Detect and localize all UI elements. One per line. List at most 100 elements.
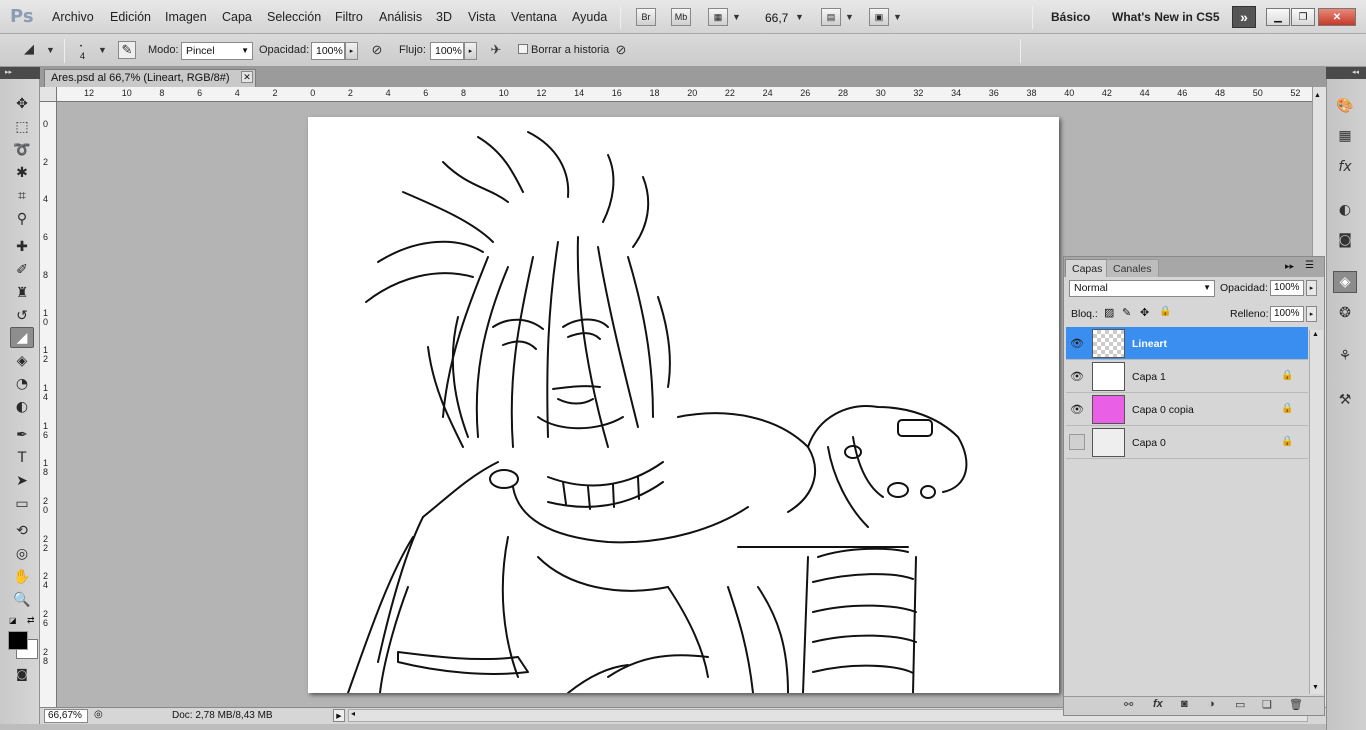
- menu-capa[interactable]: Capa: [222, 10, 252, 24]
- eyedropper-tool-icon[interactable]: ⚲: [10, 208, 34, 229]
- visibility-eye-icon[interactable]: 👁: [1069, 335, 1085, 351]
- healing-brush-tool-icon[interactable]: ✚: [10, 236, 34, 257]
- chevron-down-icon[interactable]: ▼: [98, 45, 107, 55]
- extras-button[interactable]: ▦: [708, 8, 728, 26]
- blend-mode-select[interactable]: Normal ▼: [1069, 280, 1215, 297]
- dodge-tool-icon[interactable]: ◐: [10, 396, 34, 417]
- arrange-documents-button[interactable]: ▤: [821, 8, 841, 26]
- 3d-orbit-tool-icon[interactable]: ◎: [10, 543, 34, 564]
- restore-button[interactable]: ❐: [1291, 8, 1315, 26]
- status-options-icon[interactable]: ◎: [94, 709, 103, 720]
- flow-field[interactable]: 100%: [430, 42, 464, 60]
- color-panel-icon[interactable]: 🎨: [1333, 95, 1357, 117]
- chevron-down-icon[interactable]: ▼: [893, 12, 902, 22]
- panel-menu-icon[interactable]: ☰: [1305, 260, 1314, 271]
- layers-dock-icon[interactable]: ◈: [1333, 271, 1357, 293]
- fill-field[interactable]: 100%: [1270, 306, 1304, 322]
- bridge-button[interactable]: Br: [636, 8, 656, 26]
- type-tool-icon[interactable]: T: [10, 447, 34, 468]
- dock-header[interactable]: ◂◂: [1326, 67, 1366, 79]
- hand-tool-icon[interactable]: ✋: [10, 566, 34, 587]
- layer-name[interactable]: Capa 0 copia: [1132, 404, 1194, 416]
- horizontal-ruler[interactable]: [57, 87, 1312, 102]
- erase-history-checkbox[interactable]: [518, 44, 528, 54]
- tools-panel-header[interactable]: ▸▸: [0, 67, 40, 79]
- tool-presets-panel-icon[interactable]: ⚒: [1333, 389, 1357, 411]
- close-icon[interactable]: ✕: [241, 71, 253, 83]
- visibility-toggle-hidden[interactable]: [1069, 434, 1085, 450]
- menu-ventana[interactable]: Ventana: [511, 10, 557, 24]
- mini-bridge-button[interactable]: Mb: [671, 8, 691, 26]
- status-menu-arrow[interactable]: ▶: [333, 709, 345, 722]
- fill-arrow[interactable]: ▸: [1306, 306, 1317, 322]
- eraser-tool-icon[interactable]: ◢: [10, 327, 34, 348]
- eraser-tool-preset-icon[interactable]: ◢: [20, 40, 38, 58]
- layer-thumbnail-magenta[interactable]: [1092, 395, 1125, 424]
- link-layers-icon[interactable]: ⚯: [1124, 698, 1133, 711]
- tablet-pressure-size-icon[interactable]: ⊘: [612, 41, 630, 59]
- layer-thumbnail-sketch[interactable]: [1092, 428, 1125, 457]
- paint-bucket-tool-icon[interactable]: ◈: [10, 350, 34, 371]
- minimize-button[interactable]: ▁: [1266, 8, 1290, 26]
- swap-colors-icon[interactable]: ⇄: [27, 615, 35, 626]
- menu-filtro[interactable]: Filtro: [335, 10, 363, 24]
- collapse-panel-icon[interactable]: ▸▸: [1285, 261, 1294, 272]
- scroll-down-icon[interactable]: ▼: [1312, 684, 1319, 691]
- scroll-up-icon[interactable]: ▲: [1312, 331, 1319, 338]
- styles-panel-icon[interactable]: fx: [1333, 156, 1357, 178]
- menu-vista[interactable]: Vista: [468, 10, 496, 24]
- visibility-eye-icon[interactable]: 👁: [1069, 401, 1085, 417]
- menu-3d[interactable]: 3D: [436, 10, 452, 24]
- pen-tool-icon[interactable]: ✒: [10, 424, 34, 445]
- brush-tool-icon[interactable]: ✐: [10, 259, 34, 280]
- menu-imagen[interactable]: Imagen: [165, 10, 207, 24]
- quick-selection-tool-icon[interactable]: ✱: [10, 162, 34, 183]
- path-selection-tool-icon[interactable]: ➤: [10, 470, 34, 491]
- blur-tool-icon[interactable]: ◔: [10, 373, 34, 394]
- history-brush-tool-icon[interactable]: ↺: [10, 305, 34, 326]
- clone-stamp-tool-icon[interactable]: ♜: [10, 282, 34, 303]
- channels-panel-icon[interactable]: ❂: [1333, 302, 1357, 324]
- menu-ayuda[interactable]: Ayuda: [572, 10, 607, 24]
- marquee-tool-icon[interactable]: ⬚: [10, 116, 34, 137]
- zoom-tool-icon[interactable]: 🔍: [10, 589, 34, 610]
- brush-size[interactable]: 4: [80, 51, 85, 61]
- foreground-color-swatch[interactable]: [8, 631, 28, 650]
- default-colors-icon[interactable]: ◪: [9, 616, 17, 625]
- tab-channels[interactable]: Canales: [1106, 259, 1159, 277]
- move-tool-icon[interactable]: ✥: [10, 93, 34, 114]
- adjustments-panel-icon[interactable]: ◐: [1333, 199, 1357, 221]
- chevron-down-icon[interactable]: ▼: [795, 12, 804, 22]
- shape-tool-icon[interactable]: ▭: [10, 493, 34, 514]
- lock-pixels-icon[interactable]: ✎: [1122, 306, 1131, 319]
- workspace-whats-new[interactable]: What's New in CS5: [1112, 10, 1220, 24]
- layer-name[interactable]: Capa 1: [1132, 371, 1166, 383]
- workspace-basic[interactable]: Básico: [1051, 10, 1090, 24]
- layer-name[interactable]: Capa 0: [1132, 437, 1166, 449]
- scroll-up-icon[interactable]: ▲: [1314, 92, 1321, 99]
- lock-all-icon[interactable]: 🔒: [1159, 306, 1171, 317]
- chevron-down-icon[interactable]: ▼: [46, 45, 55, 55]
- swatches-panel-icon[interactable]: ▦: [1333, 125, 1357, 147]
- menu-seleccion[interactable]: Selección: [267, 10, 321, 24]
- layer-style-icon[interactable]: fx: [1153, 698, 1163, 710]
- opacity-field[interactable]: 100%: [311, 42, 345, 60]
- airbrush-icon[interactable]: ✈: [487, 41, 505, 59]
- masks-panel-icon[interactable]: ◙: [1333, 229, 1357, 251]
- crop-tool-icon[interactable]: ⌗: [10, 185, 34, 206]
- screen-mode-button[interactable]: ▣: [869, 8, 889, 26]
- tab-layers[interactable]: Capas: [1065, 259, 1110, 277]
- zoom-field[interactable]: 66,67%: [44, 709, 88, 723]
- more-workspaces-button[interactable]: »: [1232, 6, 1256, 28]
- chevron-down-icon[interactable]: ▼: [732, 12, 741, 22]
- ruler-origin[interactable]: [40, 87, 57, 102]
- layer-opacity-field[interactable]: 100%: [1270, 280, 1304, 296]
- adjustment-layer-icon[interactable]: ◑: [1208, 698, 1215, 710]
- chevron-down-icon[interactable]: ▼: [845, 12, 854, 22]
- document-canvas[interactable]: [308, 117, 1059, 694]
- delete-layer-icon[interactable]: 🗑: [1289, 698, 1303, 711]
- menu-analisis[interactable]: Análisis: [379, 10, 422, 24]
- layer-thumbnail-transparent[interactable]: [1092, 329, 1125, 358]
- layer-name[interactable]: Lineart: [1132, 338, 1167, 350]
- layer-thumbnail-white[interactable]: [1092, 362, 1125, 391]
